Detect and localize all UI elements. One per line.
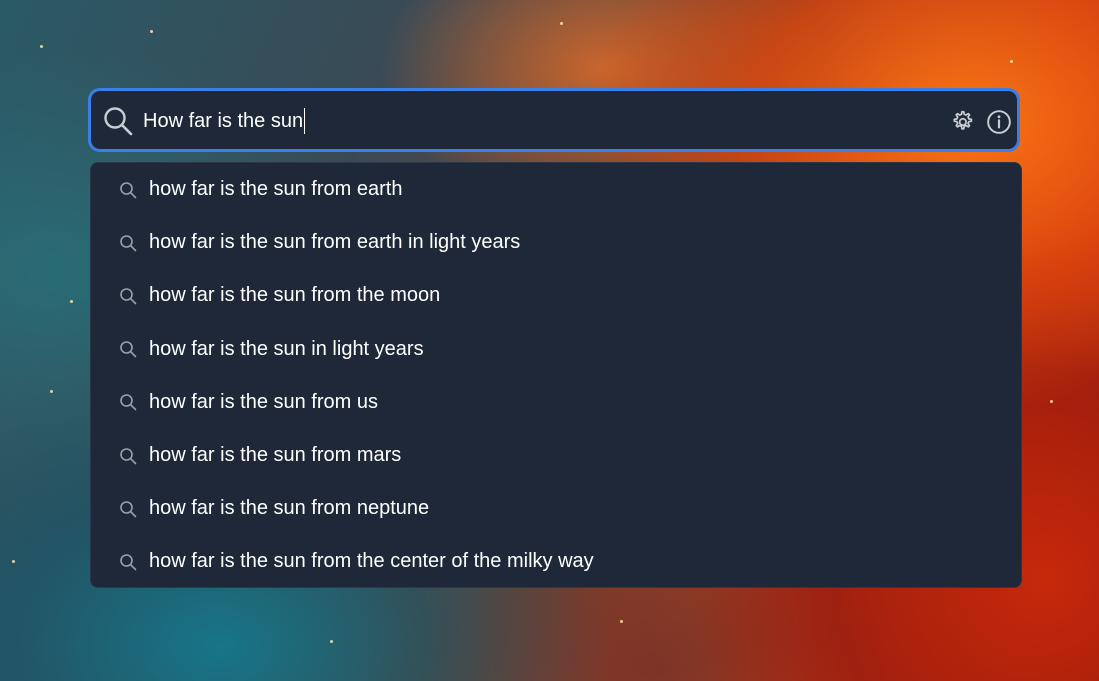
search-input[interactable]: How far is the sun	[143, 107, 306, 135]
info-icon[interactable]	[986, 109, 1012, 135]
star-speck	[1050, 400, 1053, 403]
star-speck	[150, 30, 153, 33]
search-icon	[120, 341, 137, 358]
suggestion-label: how far is the sun in light years	[149, 337, 424, 360]
text-caret	[304, 108, 306, 134]
suggestion-item[interactable]: how far is the sun from earth	[91, 163, 1021, 216]
suggestions-dropdown: how far is the sun from earth how far is…	[90, 162, 1022, 588]
suggestion-item[interactable]: how far is the sun from the moon	[91, 269, 1021, 322]
suggestion-label: how far is the sun from mars	[149, 444, 402, 467]
search-icon	[120, 181, 137, 198]
star-speck	[330, 640, 333, 643]
search-icon	[120, 288, 137, 305]
suggestion-label: how far is the sun from the center of th…	[149, 550, 594, 573]
star-speck	[560, 22, 563, 25]
suggestion-label: how far is the sun from neptune	[149, 497, 430, 520]
gear-icon[interactable]	[949, 109, 975, 135]
search-query-text: How far is the sun	[143, 109, 304, 132]
suggestion-item[interactable]: how far is the sun in light years	[91, 323, 1021, 376]
suggestion-label: how far is the sun from earth	[149, 178, 403, 201]
search-icon	[120, 394, 137, 411]
search-icon	[120, 447, 137, 464]
suggestion-item[interactable]: how far is the sun from the center of th…	[91, 535, 1021, 588]
suggestion-item[interactable]: how far is the sun from earth in light y…	[91, 216, 1021, 269]
suggestion-item[interactable]: how far is the sun from mars	[91, 429, 1021, 482]
star-speck	[70, 300, 73, 303]
search-icon	[120, 234, 137, 252]
suggestion-item[interactable]: how far is the sun from neptune	[91, 482, 1021, 535]
star-speck	[40, 45, 43, 48]
star-speck	[620, 620, 623, 623]
search-icon	[120, 554, 137, 571]
suggestion-label: how far is the sun from earth in light y…	[149, 231, 521, 254]
search-bar[interactable]: How far is the sun	[88, 88, 1020, 152]
suggestion-item[interactable]: how far is the sun from us	[91, 376, 1021, 429]
suggestion-label: how far is the sun from the moon	[149, 284, 441, 307]
star-speck	[12, 560, 15, 563]
search-icon	[120, 500, 137, 518]
star-speck	[50, 390, 53, 393]
star-speck	[1010, 60, 1013, 63]
search-icon	[104, 107, 133, 136]
suggestion-label: how far is the sun from us	[149, 390, 378, 413]
